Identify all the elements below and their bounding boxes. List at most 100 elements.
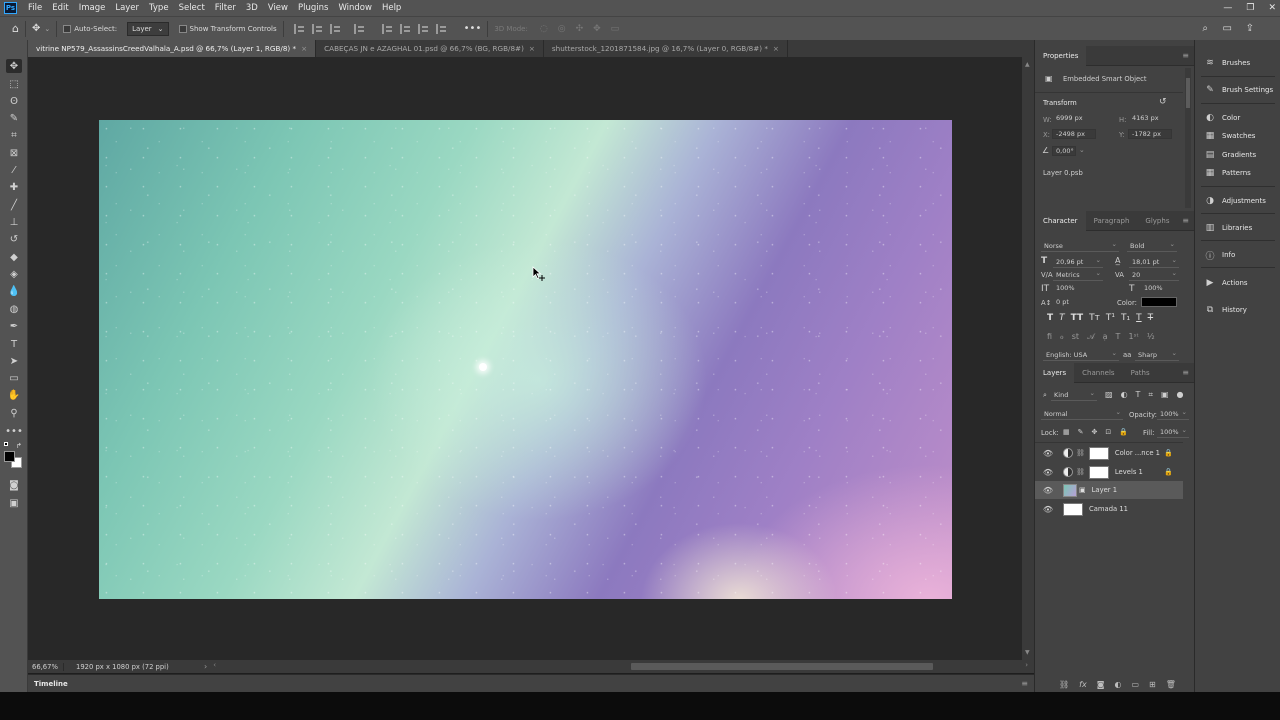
search-icon[interactable]: ⌕ bbox=[1202, 23, 1208, 34]
menu-view[interactable]: View bbox=[263, 0, 293, 16]
superscript-icon[interactable]: T¹ bbox=[1106, 313, 1115, 323]
menu-plugins[interactable]: Plugins bbox=[293, 0, 333, 16]
panel-menu-icon[interactable]: ≡ bbox=[1182, 368, 1189, 377]
lock-artboard-icon[interactable]: ⊡ bbox=[1105, 428, 1111, 436]
move-tool-icon[interactable]: ✥ bbox=[6, 59, 22, 73]
new-layer-icon[interactable]: ⊞ bbox=[1149, 680, 1156, 689]
filter-type-icon[interactable]: T bbox=[1136, 390, 1141, 400]
smart-object-thumbnail[interactable] bbox=[1063, 483, 1077, 497]
history-panel-button[interactable]: ⧉ History bbox=[1195, 299, 1280, 321]
width-field[interactable]: 6999 px bbox=[1053, 114, 1093, 124]
visibility-eye-icon[interactable]: 👁 bbox=[1041, 468, 1055, 477]
menu-help[interactable]: Help bbox=[377, 0, 406, 16]
subscript-icon[interactable]: T₁ bbox=[1121, 313, 1130, 323]
visibility-eye-icon[interactable]: 👁 bbox=[1041, 486, 1055, 495]
small-caps-icon[interactable]: Tт bbox=[1089, 313, 1100, 323]
paint-bucket-tool-icon[interactable]: ◈ bbox=[6, 267, 22, 281]
marquee-tool-icon[interactable]: ⬚ bbox=[6, 77, 22, 91]
scroll-thumb[interactable] bbox=[631, 663, 934, 670]
brush-tool-icon[interactable]: ╱ bbox=[6, 198, 22, 212]
menu-select[interactable]: Select bbox=[174, 0, 210, 16]
horizontal-scrollbar[interactable]: ‹ › bbox=[207, 660, 1034, 673]
fractions-icon[interactable]: ½ bbox=[1147, 332, 1155, 342]
distribute-vertical-icon[interactable] bbox=[435, 23, 446, 34]
text-color-swatch[interactable] bbox=[1141, 297, 1177, 307]
document-canvas[interactable] bbox=[99, 120, 952, 599]
angle-field[interactable]: 0,00° bbox=[1052, 146, 1076, 156]
panel-menu-icon[interactable]: ≡ bbox=[1182, 51, 1189, 60]
workspace-icon[interactable]: ▭ bbox=[1223, 23, 1232, 34]
menu-window[interactable]: Window bbox=[333, 0, 377, 16]
vertical-scrollbar[interactable]: ▲ ▼ bbox=[1022, 57, 1034, 660]
foreground-color-swatch[interactable] bbox=[4, 451, 15, 462]
faux-italic-icon[interactable]: T bbox=[1059, 313, 1065, 323]
layer-mask-thumbnail[interactable] bbox=[1088, 465, 1109, 479]
layer-thumbnail[interactable] bbox=[1063, 502, 1083, 516]
frame-tool-icon[interactable]: ⊠ bbox=[6, 146, 22, 160]
antialias-select[interactable]: Sharp bbox=[1135, 348, 1179, 361]
filter-smart-object-icon[interactable]: ▣ bbox=[1161, 390, 1169, 400]
filter-toggle-icon[interactable]: ● bbox=[1177, 390, 1184, 400]
align-center-icon[interactable] bbox=[311, 23, 322, 34]
menu-layer[interactable]: Layer bbox=[110, 0, 144, 16]
language-select[interactable]: English: USA bbox=[1043, 348, 1119, 361]
reset-transform-icon[interactable]: ↺ bbox=[1159, 97, 1167, 107]
underline-icon[interactable]: T bbox=[1136, 313, 1142, 323]
menu-image[interactable]: Image bbox=[74, 0, 111, 16]
scroll-right-icon[interactable]: › bbox=[1025, 661, 1028, 669]
close-tab-icon[interactable]: × bbox=[773, 44, 779, 53]
all-caps-icon[interactable]: TT bbox=[1071, 313, 1084, 323]
quick-mask-icon[interactable]: ◙ bbox=[6, 478, 22, 492]
timeline-tab[interactable]: Timeline bbox=[28, 680, 68, 688]
tab-glyphs[interactable]: Glyphs bbox=[1137, 211, 1177, 231]
layer-row[interactable]: 👁 ▣ Layer 1 bbox=[1035, 481, 1183, 499]
layer-row[interactable]: 👁 Camada 11 bbox=[1035, 500, 1183, 518]
move-tool-icon[interactable]: ✥ bbox=[32, 23, 40, 34]
auto-select-dropdown[interactable]: Layer ⌄ bbox=[127, 21, 169, 36]
ordinals-icon[interactable]: 1ˢᵗ bbox=[1128, 332, 1138, 342]
titling-alternates-icon[interactable]: T bbox=[1116, 332, 1121, 342]
tab-paragraph[interactable]: Paragraph bbox=[1086, 211, 1138, 231]
document-tab[interactable]: vitrine NP579_AssassinsCreedValhala_A.ps… bbox=[28, 40, 317, 57]
swash-icon[interactable]: 𝒜 bbox=[1087, 332, 1095, 342]
visibility-eye-icon[interactable]: 👁 bbox=[1041, 449, 1055, 458]
distribute-icon[interactable] bbox=[353, 23, 364, 34]
add-mask-icon[interactable]: ◙ bbox=[1097, 680, 1105, 689]
home-icon[interactable]: ⌂ bbox=[12, 22, 19, 35]
healing-brush-tool-icon[interactable]: ✚ bbox=[6, 180, 22, 194]
zoom-level[interactable]: 66,67% bbox=[28, 662, 64, 671]
align-middle-icon[interactable] bbox=[399, 23, 410, 34]
lock-pixels-icon[interactable]: ✎ bbox=[1078, 428, 1084, 436]
layer-filter-select[interactable]: Kind bbox=[1051, 388, 1097, 401]
patterns-panel-button[interactable]: ▦ Patterns bbox=[1195, 162, 1280, 184]
strikethrough-icon[interactable]: T bbox=[1148, 313, 1154, 323]
info-panel-button[interactable]: ⓘ Info bbox=[1195, 244, 1280, 266]
y-field[interactable]: -1782 px bbox=[1128, 129, 1172, 139]
crop-tool-icon[interactable]: ⌗ bbox=[6, 128, 22, 142]
minimize-icon[interactable]: — bbox=[1223, 3, 1232, 13]
ligatures-icon[interactable]: fi bbox=[1047, 332, 1052, 342]
brushes-panel-button[interactable]: ≋ Brushes bbox=[1195, 52, 1280, 74]
close-tab-icon[interactable]: × bbox=[301, 44, 307, 53]
font-size-select[interactable]: 20,96 pt bbox=[1053, 255, 1103, 268]
align-bottom-icon[interactable] bbox=[417, 23, 428, 34]
scroll-left-icon[interactable]: ‹ bbox=[213, 661, 216, 669]
filter-shape-icon[interactable]: ⌗ bbox=[1148, 390, 1153, 400]
baseline-shift-field[interactable]: 0 pt bbox=[1053, 298, 1083, 308]
lasso-tool-icon[interactable]: ʘ bbox=[6, 94, 22, 108]
type-tool-icon[interactable]: T bbox=[6, 337, 22, 351]
menu-filter[interactable]: Filter bbox=[210, 0, 241, 16]
font-family-select[interactable]: Norse bbox=[1041, 239, 1119, 252]
align-top-icon[interactable] bbox=[381, 23, 392, 34]
menu-file[interactable]: File bbox=[23, 0, 47, 16]
eyedropper-tool-icon[interactable]: ⁄ bbox=[6, 163, 22, 177]
tab-channels[interactable]: Channels bbox=[1074, 363, 1122, 383]
align-right-icon[interactable] bbox=[329, 23, 340, 34]
discretionary-ligatures-icon[interactable]: st bbox=[1072, 332, 1079, 342]
new-group-icon[interactable]: ▭ bbox=[1131, 680, 1139, 689]
align-left-icon[interactable] bbox=[293, 23, 304, 34]
edit-toolbar-icon[interactable]: ••• bbox=[5, 424, 23, 438]
opacity-field[interactable]: 100% bbox=[1157, 407, 1189, 420]
dodge-tool-icon[interactable]: ◍ bbox=[6, 302, 22, 316]
restore-icon[interactable]: ❐ bbox=[1246, 3, 1254, 13]
